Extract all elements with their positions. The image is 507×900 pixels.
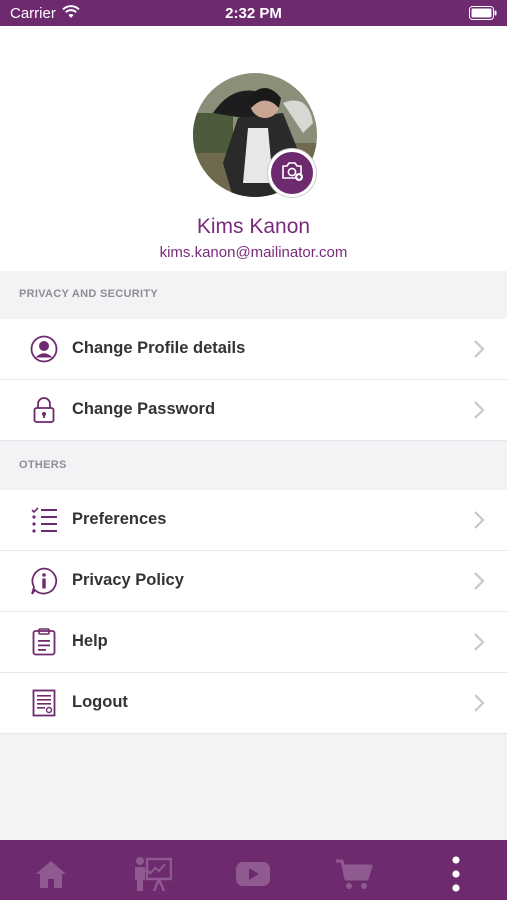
tab-presentation[interactable] — [132, 856, 173, 897]
section-header-others: OTHERS — [19, 459, 67, 471]
presentation-icon — [132, 856, 173, 897]
menu-item-label: Logout — [72, 693, 128, 711]
section-header-privacy: PRIVACY AND SECURITY — [19, 288, 159, 300]
document-icon — [29, 688, 59, 718]
status-bar: Carrier 2:32 PM — [0, 0, 507, 26]
video-icon — [235, 861, 271, 892]
menu-item-logout[interactable]: Logout — [0, 673, 507, 734]
profile-name: Kims Kanon — [196, 215, 311, 238]
avatar-container — [193, 73, 317, 197]
menu-item-help[interactable]: Help — [0, 612, 507, 673]
info-icon — [29, 566, 59, 596]
profile-header: Kims Kanon kims.kanon@mailinator.com — [0, 26, 507, 271]
battery-icon — [469, 6, 497, 25]
checklist-icon — [29, 505, 59, 535]
chevron-right-icon — [473, 632, 485, 657]
menu-item-label: Change Password — [72, 400, 216, 418]
chevron-right-icon — [473, 510, 485, 535]
clock: 2:32 PM — [225, 5, 282, 22]
camera-icon — [280, 161, 304, 186]
menu-item-label: Help — [72, 632, 108, 650]
tab-bar — [0, 840, 507, 900]
menu-item-privacy-policy[interactable]: Privacy Policy — [0, 551, 507, 612]
tab-video[interactable] — [233, 856, 273, 896]
menu-item-label: Change Profile details — [72, 339, 246, 357]
tab-more[interactable] — [436, 855, 476, 898]
change-photo-button[interactable] — [268, 149, 316, 197]
chevron-right-icon — [473, 693, 485, 718]
chevron-right-icon — [473, 339, 485, 364]
home-icon — [34, 859, 68, 894]
menu-item-label: Preferences — [72, 510, 167, 528]
profile-email: kims.kanon@mailinator.com — [159, 244, 348, 261]
tab-home[interactable] — [31, 856, 71, 896]
menu-item-change-password[interactable]: Change Password — [0, 380, 507, 441]
menu-item-preferences[interactable]: Preferences — [0, 490, 507, 551]
cart-icon — [335, 858, 373, 895]
menu-item-label: Privacy Policy — [72, 571, 184, 589]
clipboard-icon — [29, 627, 59, 657]
chevron-right-icon — [473, 571, 485, 596]
lock-icon — [29, 395, 59, 425]
menu-item-change-profile[interactable]: Change Profile details — [0, 319, 507, 380]
tab-cart[interactable] — [334, 856, 374, 896]
more-icon — [451, 855, 461, 898]
chevron-right-icon — [473, 400, 485, 425]
user-circle-icon — [29, 334, 59, 364]
